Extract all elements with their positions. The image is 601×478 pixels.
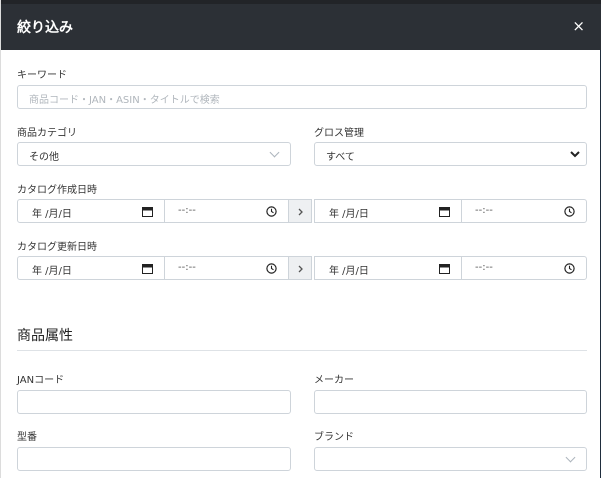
date-text: 年 /月/日	[32, 266, 72, 277]
catalog-created-label: カタログ作成日時	[17, 185, 97, 196]
keyword-placeholder: 商品コード・JAN・ASIN・タイトルで検索	[29, 95, 220, 106]
gross-select[interactable]: すべて	[314, 142, 587, 166]
keyword-label: キーワード	[17, 70, 67, 81]
maker-input[interactable]	[314, 390, 587, 414]
chevron-down-icon	[565, 452, 576, 463]
chevron-down-icon	[570, 151, 580, 158]
chevron-down-icon	[269, 147, 280, 158]
created-from-time-input[interactable]: --:--	[164, 199, 289, 223]
model-label: 型番	[17, 432, 37, 443]
jan-input[interactable]	[17, 390, 291, 414]
catalog-updated-label: カタログ更新日時	[17, 242, 97, 253]
filter-modal: 絞り込み × キーワード 商品コード・JAN・ASIN・タイトルで検索 商品カテ…	[0, 0, 601, 478]
gross-value: すべて	[326, 152, 355, 163]
date-text: 年 /月/日	[329, 266, 369, 277]
calendar-icon	[439, 264, 450, 274]
catalog-created-range: 年 /月/日 --:-- 年 /月/日 --:--	[17, 199, 587, 223]
updated-from-time-input[interactable]: --:--	[164, 256, 289, 280]
attributes-section-title: 商品属性	[17, 328, 73, 344]
created-to-time-input[interactable]: --:--	[461, 199, 587, 223]
updated-to-time-input[interactable]: --:--	[461, 256, 587, 280]
jan-label: JANコード	[17, 375, 65, 386]
catalog-updated-range: 年 /月/日 --:-- 年 /月/日 --:--	[17, 256, 587, 280]
category-label: 商品カテゴリ	[17, 128, 77, 139]
clock-icon	[564, 206, 575, 217]
range-arrow	[288, 256, 312, 280]
created-from-date-input[interactable]: 年 /月/日	[17, 199, 165, 223]
date-text: 年 /月/日	[329, 209, 369, 220]
modal-header: 絞り込み ×	[1, 0, 601, 50]
time-text: --:--	[475, 205, 493, 216]
calendar-icon	[142, 264, 153, 274]
maker-label: メーカー	[314, 375, 354, 386]
chevron-right-icon	[298, 265, 303, 273]
time-text: --:--	[178, 262, 196, 273]
date-text: 年 /月/日	[32, 209, 72, 220]
updated-to-date-input[interactable]: 年 /月/日	[314, 256, 462, 280]
category-value: その他	[29, 152, 59, 163]
updated-from-date-input[interactable]: 年 /月/日	[17, 256, 165, 280]
close-button[interactable]: ×	[572, 17, 585, 35]
created-to-date-input[interactable]: 年 /月/日	[314, 199, 462, 223]
model-input[interactable]	[17, 447, 291, 471]
gross-label: グロス管理	[314, 128, 364, 139]
section-divider	[17, 350, 587, 351]
range-arrow	[288, 199, 312, 223]
modal-title: 絞り込み	[17, 20, 73, 36]
chevron-right-icon	[298, 208, 303, 216]
clock-icon	[266, 206, 277, 217]
keyword-input[interactable]: 商品コード・JAN・ASIN・タイトルで検索	[17, 85, 587, 109]
clock-icon	[266, 263, 277, 274]
calendar-icon	[142, 207, 153, 217]
brand-select[interactable]	[314, 447, 587, 471]
calendar-icon	[439, 207, 450, 217]
brand-label: ブランド	[314, 432, 354, 443]
time-text: --:--	[178, 205, 196, 216]
time-text: --:--	[475, 262, 493, 273]
clock-icon	[564, 263, 575, 274]
category-select[interactable]: その他	[17, 142, 291, 166]
